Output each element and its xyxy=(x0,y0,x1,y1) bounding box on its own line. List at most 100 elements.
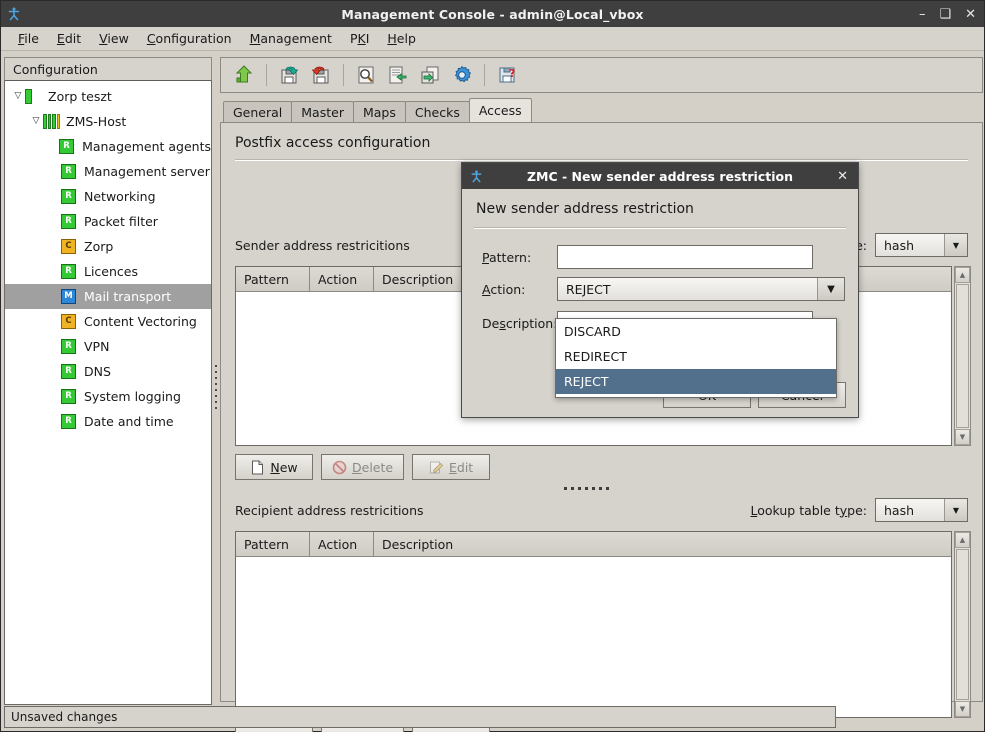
action-option-reject[interactable]: REJECT xyxy=(556,369,836,394)
window-title: Management Console - admin@Local_vbox xyxy=(341,6,644,22)
chevron-down-icon[interactable]: ▼ xyxy=(817,278,844,300)
sidebar-item-content-vectoring[interactable]: C Content Vectoring xyxy=(5,309,211,334)
main-toolbar: ? xyxy=(220,57,983,93)
expand-collapse-icon[interactable]: ▽ xyxy=(29,117,43,126)
settings-gear-icon[interactable] xyxy=(447,60,477,90)
menu-item-management[interactable]: Management xyxy=(241,29,341,48)
description-label: Description: xyxy=(482,315,558,331)
expand-collapse-icon[interactable]: ▽ xyxy=(11,92,25,101)
sidebar-item-system-logging[interactable]: R System logging xyxy=(5,384,211,409)
sender-edit-button: Edit xyxy=(412,454,491,480)
sidebar-item-label: Management server xyxy=(84,164,210,179)
sidebar-item-networking[interactable]: R Networking xyxy=(5,184,211,209)
delete-icon xyxy=(332,460,347,475)
sidebar-item-label: System logging xyxy=(84,389,181,404)
r-badge-icon: R xyxy=(61,214,78,229)
column-header-label: Pattern xyxy=(244,271,289,287)
scroll-down-icon[interactable]: ▼ xyxy=(955,429,970,445)
sender-button-row: New Delete Edit xyxy=(235,454,491,480)
sender-delete-button: Delete xyxy=(321,454,405,480)
search-icon[interactable] xyxy=(351,60,381,90)
column-header-description[interactable]: Description xyxy=(374,532,951,556)
revert-red-icon[interactable] xyxy=(306,60,336,90)
action-option-redirect[interactable]: REDIRECT xyxy=(556,344,836,369)
recipient-table[interactable]: Pattern Action Description xyxy=(235,531,952,718)
scroll-up-icon[interactable]: ▲ xyxy=(955,267,970,283)
host-bars-icon xyxy=(43,114,60,129)
column-header-action[interactable]: Action xyxy=(310,532,374,556)
window-controls: – ❑ ✕ xyxy=(919,1,976,27)
sidebar-item-zorp[interactable]: C Zorp xyxy=(5,234,211,259)
action-combo[interactable]: REJECT ▼ xyxy=(557,277,845,301)
horizontal-splitter-handle[interactable] xyxy=(564,487,609,490)
tab-master[interactable]: Master xyxy=(291,101,354,122)
maximize-button[interactable]: ❑ xyxy=(939,8,951,21)
recipient-table-scrollbar[interactable]: ▲ ▼ xyxy=(954,531,971,718)
scroll-up-icon[interactable]: ▲ xyxy=(955,532,970,548)
r-badge-icon: R xyxy=(61,164,78,179)
action-dropdown-list[interactable]: DISCARD REDIRECT REJECT xyxy=(555,318,837,398)
menu-item-file[interactable]: File xyxy=(9,29,48,48)
sender-new-button[interactable]: New xyxy=(235,454,313,480)
tab-maps[interactable]: Maps xyxy=(352,101,406,122)
column-header-pattern[interactable]: Pattern xyxy=(236,267,310,291)
sender-section-label: Sender address restricitions xyxy=(235,238,410,253)
document-exchange-icon[interactable] xyxy=(383,60,413,90)
column-header-label: Description xyxy=(382,536,454,552)
vertical-splitter-handle[interactable] xyxy=(213,361,219,411)
save-green-icon[interactable] xyxy=(274,60,304,90)
scroll-thumb[interactable] xyxy=(956,549,969,700)
page-title: Postfix access configuration xyxy=(235,135,431,151)
sidebar-item-vpn[interactable]: R VPN xyxy=(5,334,211,359)
recipient-table-header: Pattern Action Description xyxy=(236,532,951,557)
tab-label: Access xyxy=(478,103,522,118)
tab-general[interactable]: General xyxy=(223,101,293,122)
sidebar-item-packet-filter[interactable]: R Packet filter xyxy=(5,209,211,234)
tab-label: Maps xyxy=(362,104,396,120)
scroll-thumb[interactable] xyxy=(956,284,969,428)
sidebar-item-zms-host[interactable]: ▽ ZMS-Host xyxy=(5,109,211,134)
sidebar-item-management-server[interactable]: R Management server xyxy=(5,159,211,184)
sidebar-item-zorp-teszt[interactable]: ▽ Zorp teszt xyxy=(5,84,211,109)
status-bar-grip xyxy=(836,706,981,728)
menu-item-help[interactable]: Help xyxy=(378,29,425,48)
sidebar-item-management-agents[interactable]: R Management agents xyxy=(5,134,211,159)
upload-icon[interactable] xyxy=(229,60,259,90)
action-option-discard[interactable]: DISCARD xyxy=(556,319,836,344)
minimize-button[interactable]: – xyxy=(919,8,926,21)
menu-item-edit[interactable]: Edit xyxy=(48,29,90,48)
dialog-close-icon[interactable]: ✕ xyxy=(837,169,848,184)
status-bar: Unsaved changes xyxy=(4,706,981,728)
save-help-icon[interactable]: ? xyxy=(492,60,522,90)
button-label: New xyxy=(270,459,298,475)
sidebar-item-date-and-time[interactable]: R Date and time xyxy=(5,409,211,434)
r-badge-icon: R xyxy=(61,389,78,404)
column-header-label: Pattern xyxy=(244,536,289,552)
tab-label: Master xyxy=(301,104,344,120)
export-icon[interactable] xyxy=(415,60,445,90)
r-badge-icon: R xyxy=(61,339,78,354)
sidebar-item-label: VPN xyxy=(84,339,110,354)
column-header-pattern[interactable]: Pattern xyxy=(236,532,310,556)
dialog-heading-divider xyxy=(474,227,846,229)
recipient-lookup-combo[interactable]: hash ▼ xyxy=(875,498,968,522)
tab-label: General xyxy=(233,104,283,120)
configuration-tree[interactable]: ▽ Zorp teszt ▽ ZMS-Host R Management agents R M… xyxy=(4,81,212,705)
button-label: Delete xyxy=(352,459,394,475)
column-header-action[interactable]: Action xyxy=(310,267,374,291)
sidebar-item-dns[interactable]: R DNS xyxy=(5,359,211,384)
sender-table-scrollbar[interactable]: ▲ ▼ xyxy=(954,266,971,446)
menu-item-configuration[interactable]: Configuration xyxy=(138,29,241,48)
close-button[interactable]: ✕ xyxy=(965,8,976,21)
sidebar-item-mail-transport[interactable]: M Mail transport xyxy=(5,284,211,309)
menu-item-view[interactable]: View xyxy=(90,29,138,48)
sender-lookup-combo[interactable]: hash ▼ xyxy=(875,233,968,257)
sidebar-item-licences[interactable]: R Licences xyxy=(5,259,211,284)
pattern-input[interactable] xyxy=(557,245,813,269)
menu-item-pki[interactable]: PKI xyxy=(341,29,378,48)
tab-checks[interactable]: Checks xyxy=(404,101,470,122)
tab-bar: General Master Maps Checks Access xyxy=(220,98,983,122)
dialog-heading: New sender address restriction xyxy=(476,201,694,217)
configuration-header-label: Configuration xyxy=(13,61,98,77)
tab-access[interactable]: Access xyxy=(468,98,532,122)
